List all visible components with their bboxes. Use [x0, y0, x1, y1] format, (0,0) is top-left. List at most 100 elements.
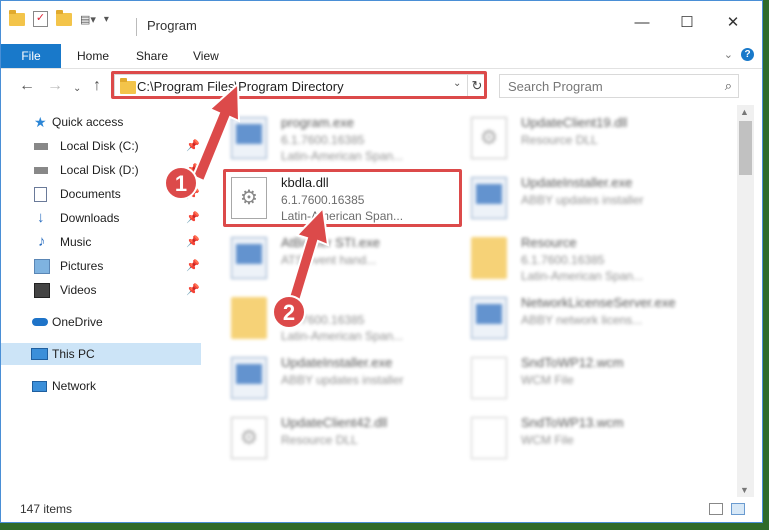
scrollbar-thumb[interactable] [739, 121, 752, 175]
folder-icon [471, 237, 507, 279]
star-icon: ★ [34, 114, 47, 130]
file-item[interactable]: UpdateInstaller.exe ABBY updates install… [221, 351, 461, 407]
file-item[interactable]: AtBroker STI.exe ATS event hand... [221, 231, 461, 287]
dll-gear-icon: ⚙ [231, 417, 267, 459]
exe-icon [471, 297, 507, 339]
file-item[interactable]: SndToWP12.wcm WCM File [461, 351, 701, 407]
file-description: Latin-American Span... [281, 329, 404, 343]
file-icon [471, 357, 507, 399]
pin-icon[interactable]: 📌 [186, 207, 200, 229]
file-name: SndToWP13.wcm [521, 415, 624, 430]
tab-home[interactable]: Home [77, 44, 109, 68]
ribbon-tabs: File Home Share View ⌄ ? [1, 44, 762, 69]
sidebar-item-label: Local Disk (D:) [60, 163, 139, 177]
file-description: WCM File [521, 433, 574, 447]
file-item[interactable]: UpdateInstaller.exe ABBY updates install… [461, 171, 701, 227]
file-item[interactable]: SndToWP13.wcm WCM File [461, 411, 701, 467]
file-name: UpdateInstaller.exe [281, 355, 393, 370]
scroll-down-icon[interactable]: ▼ [740, 485, 749, 495]
dll-gear-icon: ⚙ [471, 117, 507, 159]
music-icon: ♪ [38, 233, 46, 250]
help-icon[interactable]: ? [741, 48, 754, 61]
pin-icon[interactable]: 📌 [186, 135, 200, 157]
drive-icon [34, 143, 48, 150]
sidebar-item-pictures[interactable]: Pictures 📌 [1, 255, 201, 277]
folder-icon [231, 297, 267, 339]
new-folder-icon[interactable] [56, 9, 72, 26]
file-name: UpdateInstaller.exe [521, 175, 633, 190]
details-view-icon[interactable] [709, 503, 723, 515]
close-button[interactable]: ✕ [723, 13, 743, 33]
item-count: 147 items [20, 502, 73, 516]
pictures-icon [34, 259, 50, 274]
customize-toolbar-icon[interactable]: ▤▾ [80, 13, 96, 26]
sidebar-item-local-disk-c[interactable]: Local Disk (C:) 📌 [1, 135, 201, 157]
scroll-up-icon[interactable]: ▲ [740, 107, 749, 117]
step-badge-2: 2 [272, 295, 306, 329]
maximize-button[interactable]: ☐ [677, 13, 697, 33]
file-description: Resource DLL [281, 433, 358, 447]
quick-access-toolbar: ✓ ▤▾ ▾ [9, 9, 109, 27]
file-item[interactable]: ⚙ UpdateClient42.dll Resource DLL [221, 411, 461, 467]
file-item[interactable]: ⚙ UpdateClient19.dll Resource DLL [461, 111, 701, 167]
tab-share[interactable]: Share [136, 44, 168, 68]
documents-icon [34, 187, 47, 202]
exe-icon [231, 357, 267, 399]
sidebar-item-quick-access[interactable]: ★ Quick access [1, 111, 201, 133]
file-name: NetworkLicenseServer.exe [521, 295, 676, 310]
file-description: ABBY network licens... [521, 313, 643, 327]
search-box[interactable]: Search Program ⌕ [499, 74, 739, 98]
properties-icon[interactable]: ✓ [33, 11, 48, 27]
sidebar-item-label: This PC [52, 347, 95, 361]
file-description: ABBY updates installer [281, 373, 404, 387]
step-badge-1: 1 [164, 166, 198, 200]
minimize-button[interactable]: — [632, 13, 652, 33]
sidebar-item-label: Videos [60, 283, 97, 297]
folder-icon [9, 9, 25, 26]
file-item[interactable]: NetworkLicenseServer.exe ABBY network li… [461, 291, 701, 347]
file-name: Resource [521, 235, 577, 250]
tab-view[interactable]: View [193, 44, 219, 68]
file-name: SndToWP12.wcm [521, 355, 624, 370]
file-description: Latin-American Span... [281, 149, 404, 163]
file-name: UpdateClient19.dll [521, 115, 628, 130]
exe-icon [231, 117, 267, 159]
sidebar-item-music[interactable]: ♪ Music 📌 [1, 231, 201, 253]
file-name: UpdateClient42.dll [281, 415, 388, 430]
expand-ribbon-icon[interactable]: ⌄ [724, 48, 733, 61]
vertical-scrollbar[interactable]: ▲ ▼ [737, 105, 754, 497]
drive-icon [34, 167, 48, 174]
sidebar-item-label: Network [52, 379, 97, 393]
title-bar: ✓ ▤▾ ▾ Program — ☐ ✕ [1, 1, 762, 41]
recent-locations-icon[interactable]: ⌄ [73, 79, 81, 99]
pin-icon[interactable]: 📌 [186, 231, 200, 253]
sidebar-item-this-pc[interactable]: This PC [1, 343, 201, 365]
sidebar-item-network[interactable]: Network [1, 375, 201, 397]
tab-file[interactable]: File [1, 44, 61, 68]
forward-arrow-icon[interactable]: → [47, 76, 63, 96]
sidebar-item-onedrive[interactable]: OneDrive [1, 311, 201, 333]
sidebar-item-label: Music [60, 235, 92, 249]
pin-icon[interactable]: 📌 [186, 255, 200, 277]
search-icon[interactable]: ⌕ [725, 78, 732, 94]
file-description: ATS event hand... [281, 253, 377, 267]
file-item[interactable]: 6.1.7600.16385 Latin-American Span... [221, 291, 461, 347]
pin-icon[interactable]: 📌 [186, 279, 200, 301]
large-icons-view-icon[interactable] [731, 503, 745, 515]
sidebar-item-label: Pictures [60, 259, 104, 273]
computer-icon [31, 348, 48, 360]
file-version: 6.1.7600.16385 [281, 133, 365, 147]
sidebar-item-label: OneDrive [52, 315, 103, 329]
back-arrow-icon[interactable]: ← [19, 76, 35, 96]
chevron-down-icon[interactable]: ▾ [104, 14, 109, 25]
file-version: 6.1.7600.16385 [521, 253, 605, 267]
file-item[interactable]: Resource 6.1.7600.16385 Latin-American S… [461, 231, 701, 287]
file-item[interactable]: program.exe 6.1.7600.16385 Latin-America… [221, 111, 461, 167]
sidebar-item-label: Documents [60, 187, 121, 201]
sidebar-item-videos[interactable]: Videos 📌 [1, 279, 201, 301]
download-icon: ↓ [37, 209, 45, 226]
address-highlight-box [111, 71, 487, 99]
up-arrow-icon[interactable]: ↑ [93, 76, 101, 96]
sidebar-item-downloads[interactable]: ↓ Downloads 📌 [1, 207, 201, 229]
sidebar-item-label: Local Disk (C:) [60, 139, 139, 153]
